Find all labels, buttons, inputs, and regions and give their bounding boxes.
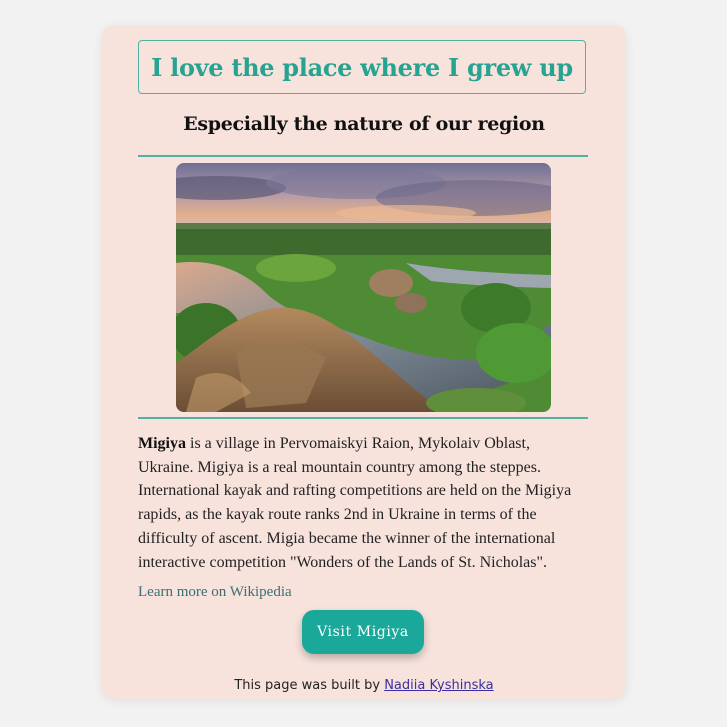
village-name: Migiya [138, 435, 186, 452]
wikipedia-link[interactable]: Learn more on Wikipedia [138, 584, 292, 601]
landscape-image [176, 163, 551, 412]
main-card: I love the place where I grew up Especia… [102, 25, 626, 699]
divider-bottom [138, 417, 588, 419]
page-subtitle: Especially the nature of our region [183, 113, 545, 135]
title-box: I love the place where I grew up [138, 40, 586, 94]
footer: This page was built by Nadiia Kyshinska [102, 678, 626, 693]
village-description: Migiya is a village in Pervomaiskyi Raio… [138, 432, 588, 574]
author-link[interactable]: Nadiia Kyshinska [384, 678, 493, 693]
description-text: is a village in Pervomaiskyi Raion, Myko… [138, 435, 572, 571]
visit-migiya-button[interactable]: Visit Migiya [302, 610, 424, 654]
divider-top [138, 155, 588, 157]
page-title: I love the place where I grew up [151, 52, 573, 82]
footer-prefix: This page was built by [234, 678, 385, 693]
